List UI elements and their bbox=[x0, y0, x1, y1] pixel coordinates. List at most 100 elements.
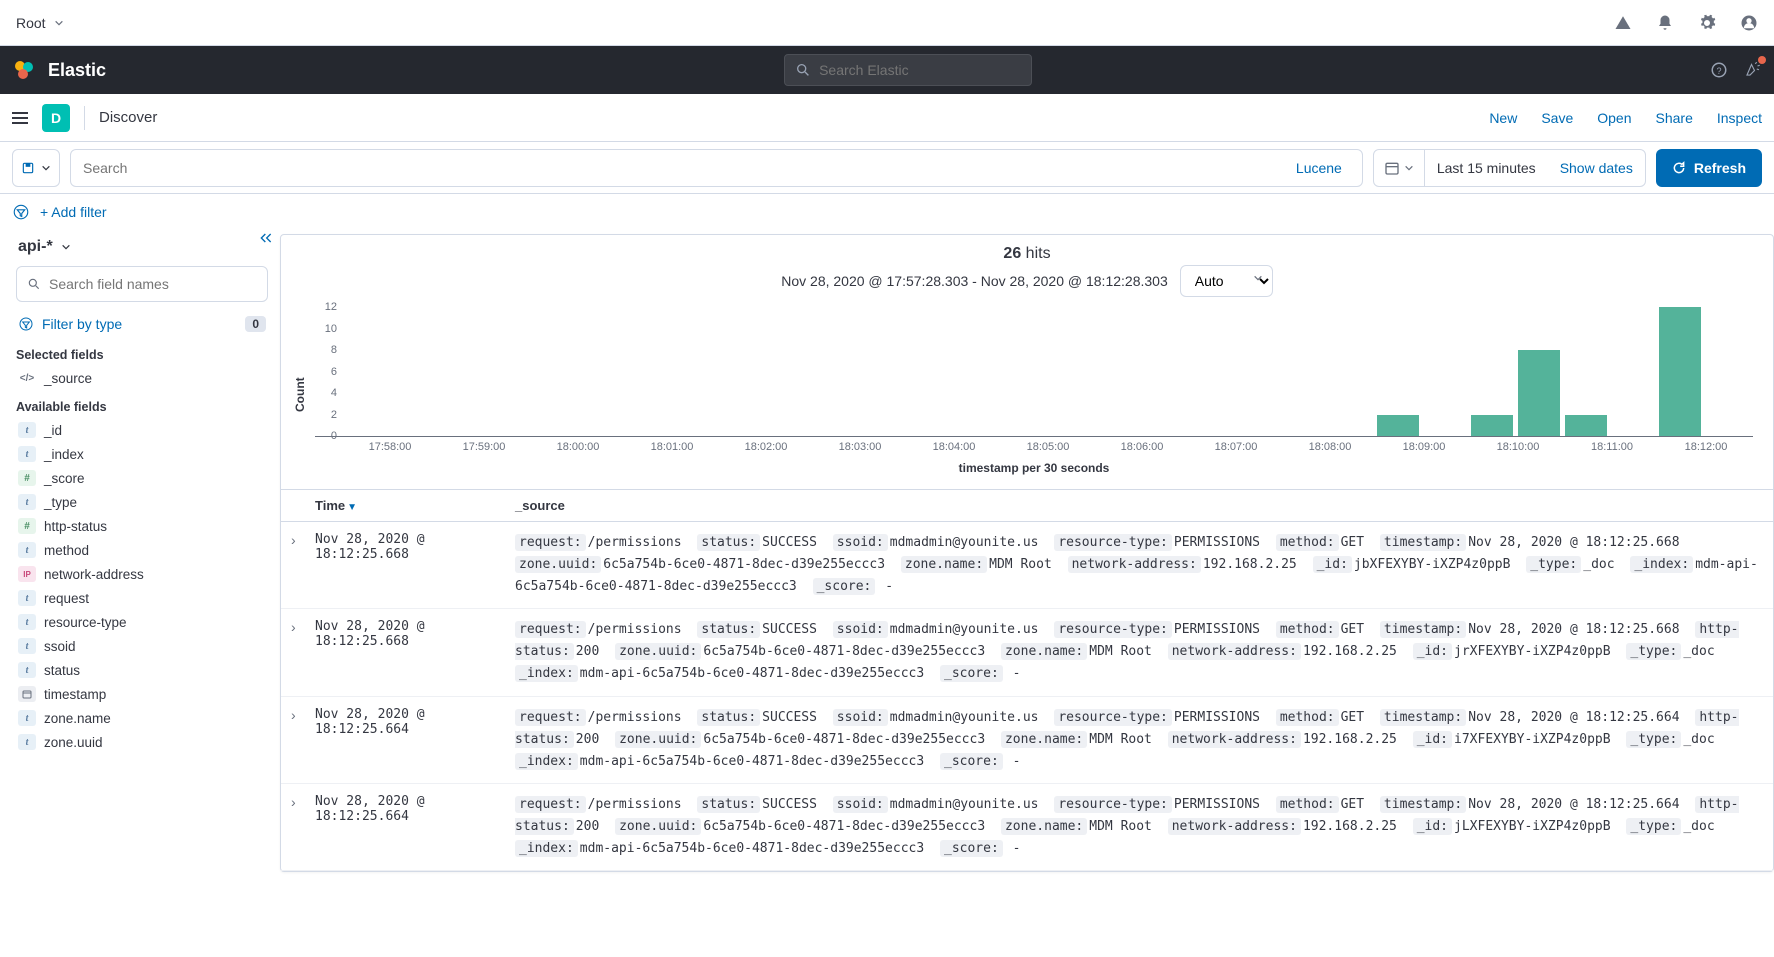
field-item[interactable]: trequest bbox=[16, 586, 268, 610]
row-time: Nov 28, 2020 @ 18:12:25.664 bbox=[315, 794, 515, 860]
histogram-chart: Count 024681012 17:58:0017:59:0018:00:00… bbox=[281, 307, 1773, 489]
fields-sidebar: api-* Filter by type 0 Selected fields <… bbox=[0, 230, 280, 880]
chart-bar[interactable] bbox=[1565, 415, 1607, 437]
newsfeed-button[interactable] bbox=[1744, 60, 1762, 81]
chevron-down-icon bbox=[61, 242, 71, 252]
field-item[interactable]: </>_source bbox=[16, 366, 268, 390]
available-fields-title: Available fields bbox=[16, 400, 268, 414]
search-icon bbox=[27, 277, 41, 291]
selected-fields-title: Selected fields bbox=[16, 348, 268, 362]
calendar-icon bbox=[1384, 160, 1400, 176]
query-input-wrap[interactable]: Lucene bbox=[70, 149, 1363, 187]
field-item[interactable]: tzone.name bbox=[16, 706, 268, 730]
action-save[interactable]: Save bbox=[1541, 110, 1573, 126]
discover-content: 26 hits Nov 28, 2020 @ 17:57:28.303 - No… bbox=[280, 230, 1774, 880]
search-icon bbox=[795, 61, 811, 79]
expand-row[interactable]: › bbox=[291, 619, 315, 685]
row-time: Nov 28, 2020 @ 18:12:25.668 bbox=[315, 532, 515, 598]
svg-text:?: ? bbox=[1716, 66, 1721, 76]
row-source: request:/permissions status:SUCCESS ssoi… bbox=[515, 619, 1763, 685]
breadcrumb-root[interactable]: Root bbox=[16, 15, 46, 31]
chevron-down-icon bbox=[1404, 163, 1414, 173]
help-icon[interactable]: ? bbox=[1710, 61, 1728, 79]
col-source[interactable]: _source bbox=[515, 498, 1763, 513]
query-input[interactable] bbox=[83, 160, 1296, 176]
disk-icon bbox=[21, 161, 35, 175]
show-dates-link[interactable]: Show dates bbox=[1548, 160, 1645, 176]
gear-icon[interactable] bbox=[1698, 14, 1716, 32]
row-source: request:/permissions status:SUCCESS ssoi… bbox=[515, 794, 1763, 860]
app-bar: D Discover New Save Open Share Inspect bbox=[0, 94, 1774, 142]
expand-row[interactable]: › bbox=[291, 707, 315, 773]
field-item[interactable]: #_score bbox=[16, 466, 268, 490]
table-row: › Nov 28, 2020 @ 18:12:25.668 request:/p… bbox=[281, 609, 1773, 696]
chart-xlabel: timestamp per 30 seconds bbox=[315, 457, 1753, 483]
col-time[interactable]: Time▼ bbox=[315, 498, 515, 513]
field-search[interactable] bbox=[16, 266, 268, 302]
refresh-button[interactable]: Refresh bbox=[1656, 149, 1762, 187]
chevron-down-icon bbox=[54, 18, 64, 28]
chart-ylabel: Count bbox=[291, 307, 309, 483]
row-source: request:/permissions status:SUCCESS ssoi… bbox=[515, 707, 1763, 773]
row-time: Nov 28, 2020 @ 18:12:25.668 bbox=[315, 619, 515, 685]
date-picker[interactable]: Last 15 minutes Show dates bbox=[1373, 149, 1646, 187]
action-share[interactable]: Share bbox=[1656, 110, 1693, 126]
interval-select[interactable]: Auto bbox=[1180, 265, 1273, 297]
table-row: › Nov 28, 2020 @ 18:12:25.664 request:/p… bbox=[281, 697, 1773, 784]
filter-bar: + Add filter bbox=[0, 194, 1774, 230]
action-inspect[interactable]: Inspect bbox=[1717, 110, 1762, 126]
add-filter-button[interactable]: + Add filter bbox=[40, 204, 107, 220]
table-row: › Nov 28, 2020 @ 18:12:25.668 request:/p… bbox=[281, 522, 1773, 609]
brand-name: Elastic bbox=[48, 60, 106, 81]
field-item[interactable]: IPnetwork-address bbox=[16, 562, 268, 586]
chart-bar[interactable] bbox=[1518, 350, 1560, 436]
row-source: request:/permissions status:SUCCESS ssoi… bbox=[515, 532, 1763, 598]
field-item[interactable]: tmethod bbox=[16, 538, 268, 562]
chart-bar[interactable] bbox=[1377, 415, 1419, 437]
notification-dot bbox=[1758, 56, 1766, 64]
row-time: Nov 28, 2020 @ 18:12:25.664 bbox=[315, 707, 515, 773]
expand-row[interactable]: › bbox=[291, 532, 315, 598]
field-item[interactable]: tresource-type bbox=[16, 610, 268, 634]
filter-icon[interactable] bbox=[12, 203, 30, 221]
field-item[interactable]: tzone.uuid bbox=[16, 730, 268, 754]
user-icon[interactable] bbox=[1740, 14, 1758, 32]
collapse-sidebar-button[interactable] bbox=[258, 230, 274, 249]
field-item[interactable]: t_type bbox=[16, 490, 268, 514]
app-title: Discover bbox=[99, 109, 157, 126]
field-item[interactable]: timestamp bbox=[16, 682, 268, 706]
warning-icon[interactable] bbox=[1614, 14, 1632, 32]
query-bar: Lucene Last 15 minutes Show dates Refres… bbox=[0, 142, 1774, 194]
field-search-input[interactable] bbox=[49, 276, 257, 292]
field-item[interactable]: t_index bbox=[16, 442, 268, 466]
expand-row[interactable]: › bbox=[291, 794, 315, 860]
global-search[interactable] bbox=[784, 54, 1032, 86]
action-open[interactable]: Open bbox=[1597, 110, 1631, 126]
chart-bar[interactable] bbox=[1471, 415, 1513, 437]
refresh-icon bbox=[1672, 161, 1686, 175]
nav-toggle[interactable] bbox=[12, 112, 28, 124]
saved-query-button[interactable] bbox=[12, 149, 60, 187]
elastic-header: Elastic ? bbox=[0, 46, 1774, 94]
chart-bar[interactable] bbox=[1659, 307, 1701, 436]
chevron-down-icon bbox=[41, 163, 51, 173]
query-language[interactable]: Lucene bbox=[1296, 160, 1350, 176]
date-range-text: Last 15 minutes bbox=[1425, 160, 1548, 176]
bell-icon[interactable] bbox=[1656, 14, 1674, 32]
filter-type-count: 0 bbox=[245, 316, 266, 332]
global-search-input[interactable] bbox=[819, 62, 1021, 78]
index-pattern-select[interactable]: api-* bbox=[16, 238, 268, 256]
hits-subtitle: Nov 28, 2020 @ 17:57:28.303 - Nov 28, 20… bbox=[281, 265, 1773, 307]
field-item[interactable]: #http-status bbox=[16, 514, 268, 538]
collapse-icon bbox=[258, 230, 274, 246]
action-new[interactable]: New bbox=[1489, 110, 1517, 126]
table-header: Time▼ _source bbox=[281, 489, 1773, 522]
table-row: › Nov 28, 2020 @ 18:12:25.664 request:/p… bbox=[281, 784, 1773, 871]
field-item[interactable]: tstatus bbox=[16, 658, 268, 682]
field-item[interactable]: t_id bbox=[16, 418, 268, 442]
filter-by-type[interactable]: Filter by type 0 bbox=[16, 310, 268, 338]
cloud-topbar: Root bbox=[0, 0, 1774, 46]
top-nav-actions: New Save Open Share Inspect bbox=[1489, 110, 1762, 126]
field-item[interactable]: tssoid bbox=[16, 634, 268, 658]
filter-icon bbox=[18, 316, 34, 332]
